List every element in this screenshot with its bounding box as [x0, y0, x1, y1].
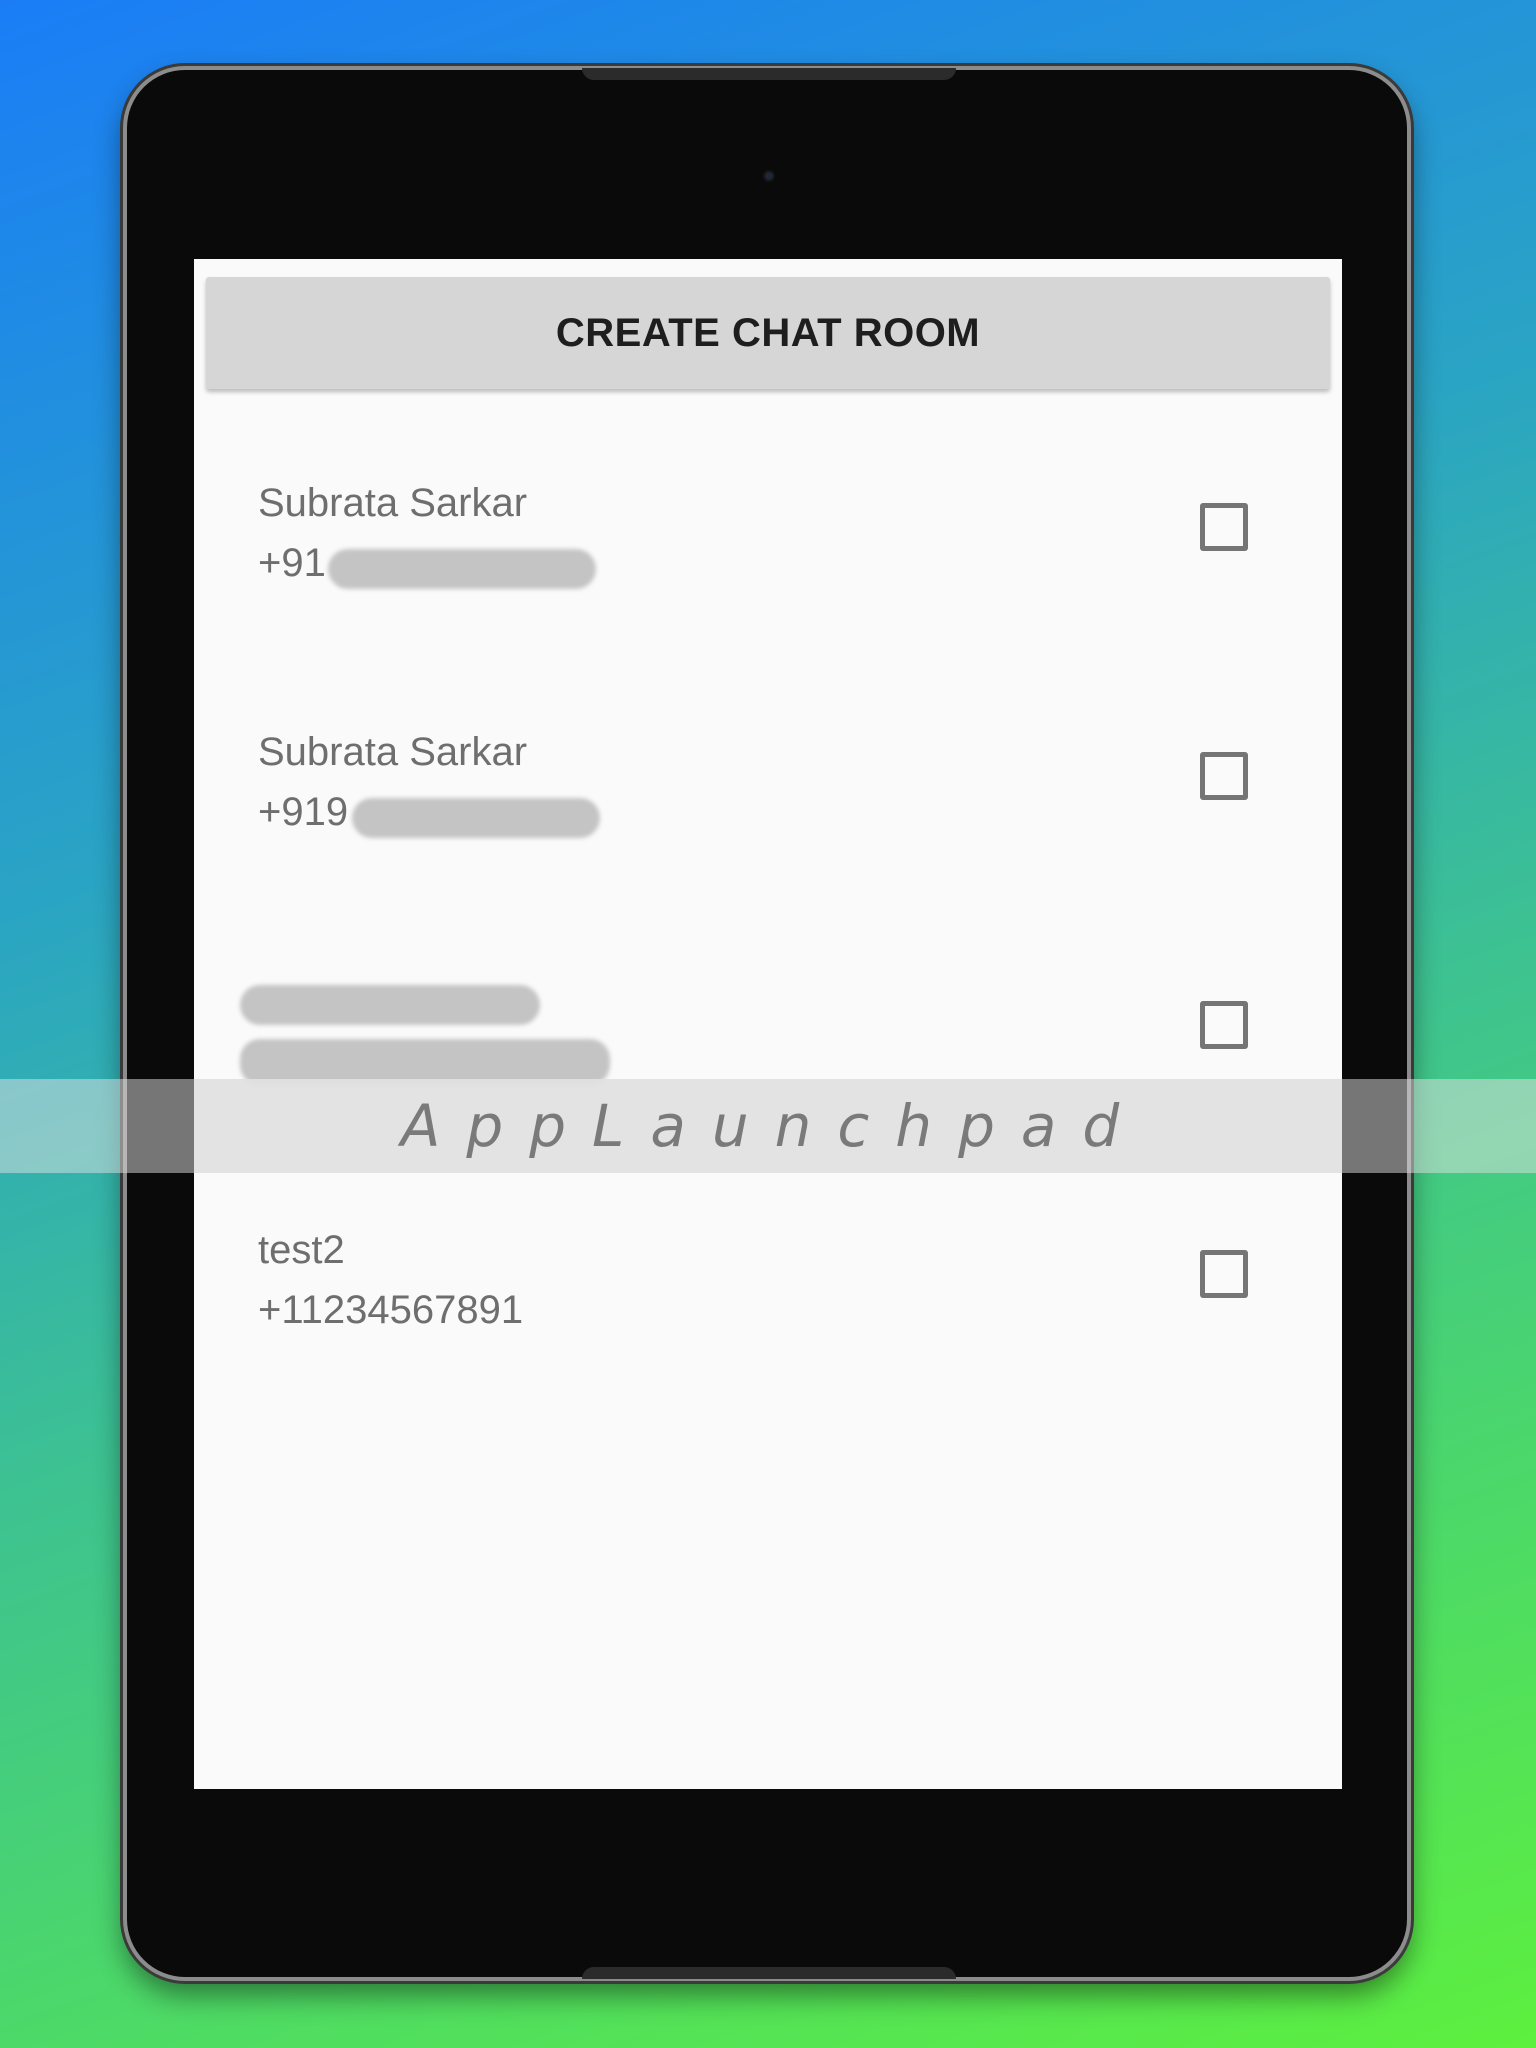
contact-checkbox[interactable] [1200, 1001, 1248, 1049]
contact-name: Subrata Sarkar [258, 730, 528, 774]
contact-checkbox[interactable] [1200, 503, 1248, 551]
app-screen: CREATE CHAT ROOM Subrata Sarkar +91 Subr… [194, 259, 1342, 1789]
contact-checkbox[interactable] [1200, 752, 1248, 800]
watermark-text: AppLaunchpad [400, 1092, 1146, 1160]
contact-list-item[interactable]: test2 +11234567891 [194, 1228, 1342, 1378]
bottom-bezel-notch [582, 1967, 956, 1979]
top-bezel-notch [582, 68, 956, 80]
watermark-band: AppLaunchpad [0, 1079, 1536, 1173]
redacted-phone-mask [328, 549, 596, 589]
contact-list-item[interactable]: Subrata Sarkar +91 [194, 481, 1342, 631]
contact-name: test2 [258, 1228, 345, 1272]
contact-phone: +11234567891 [258, 1288, 524, 1332]
redacted-phone-mask [352, 798, 600, 838]
contact-name: Subrata Sarkar [258, 481, 528, 525]
contact-phone: +919 [258, 790, 349, 834]
contact-checkbox[interactable] [1200, 1250, 1248, 1298]
redacted-name-mask [240, 985, 540, 1025]
contact-list-item[interactable]: Subrata Sarkar +919 [194, 730, 1342, 880]
contact-phone: +91 [258, 541, 326, 585]
front-camera-icon [763, 170, 775, 182]
create-chat-room-button[interactable]: CREATE CHAT ROOM [206, 277, 1330, 389]
